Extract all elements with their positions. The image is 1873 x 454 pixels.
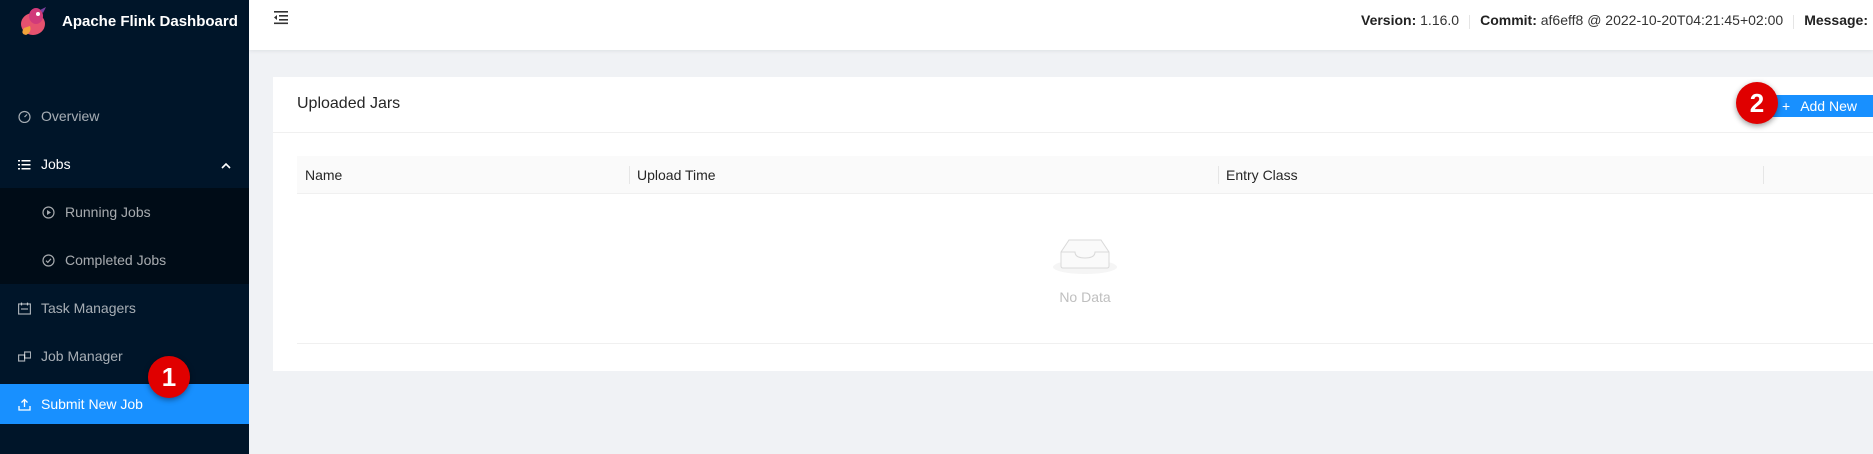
table-header: Name Upload Time Entry Class [297,156,1873,194]
sidebar-item-label: Overview [41,108,100,124]
sidebar-item-submit-new-job[interactable]: Submit New Job [0,384,249,424]
logo[interactable]: Apache Flink Dashboard [0,0,249,42]
version-info: Version: 1.16.0 Commit: af6eff8 @ 2022-1… [1361,12,1868,29]
message-label: Message: [1804,12,1868,28]
sidebar-item-jobs[interactable]: Jobs [0,140,249,188]
sidebar-item-label: Task Managers [41,300,136,316]
list-icon [17,157,31,171]
column-header-name[interactable]: Name [297,156,629,194]
top-header: Version: 1.16.0 Commit: af6eff8 @ 2022-1… [249,0,1873,50]
sidebar-item-running-jobs[interactable]: Running Jobs [0,188,249,236]
build-icon [17,349,31,363]
step-marker-2: 2 [1736,82,1778,124]
card-header: Uploaded Jars + Add New [273,77,1873,133]
column-header-actions [1763,156,1873,194]
commit-label: Commit: [1480,12,1537,28]
sidebar-menu: Overview Jobs Running Jobs Completed Job… [0,92,249,424]
schedule-icon [17,301,31,315]
divider [1469,15,1471,29]
sidebar-item-label: Jobs [41,156,71,172]
plus-icon: + [1782,98,1791,114]
upload-icon [17,397,31,411]
column-header-upload-time[interactable]: Upload Time [629,156,1218,194]
empty-text: No Data [1059,289,1111,305]
divider [1793,15,1795,29]
sidebar-item-label: Job Manager [41,348,123,364]
sidebar-item-job-manager[interactable]: Job Manager [0,332,249,380]
step-marker-1: 1 [148,356,190,398]
flink-logo-icon [16,4,50,38]
empty-state: No Data [297,194,1873,344]
chevron-up-icon [221,157,231,173]
commit-value: af6eff8 @ 2022-10-20T04:21:45+02:00 [1540,12,1784,28]
card-title: Uploaded Jars [297,95,401,112]
version-value: 1.16.0 [1420,12,1460,28]
menu-fold-icon[interactable] [273,9,289,30]
sidebar-item-completed-jobs[interactable]: Completed Jobs [0,236,249,284]
jars-table: Name Upload Time Entry Class No Data [297,156,1873,344]
sidebar-item-overview[interactable]: Overview [0,92,249,140]
dashboard-icon [17,109,31,123]
add-new-label: Add New [1800,98,1857,114]
sidebar-item-label: Running Jobs [65,204,151,220]
uploaded-jars-card: Uploaded Jars + Add New Name Upload Time… [273,77,1873,371]
sidebar-item-task-managers[interactable]: Task Managers [0,284,249,332]
version-label: Version: [1361,12,1417,28]
sidebar-item-label: Completed Jobs [65,252,167,268]
column-header-entry-class[interactable]: Entry Class [1218,156,1763,194]
play-circle-icon [41,205,55,219]
empty-inbox-icon [1053,234,1117,280]
add-new-button[interactable]: + Add New [1766,95,1873,117]
sidebar-item-label: Submit New Job [41,396,143,412]
app-title: Apache Flink Dashboard [62,12,238,30]
sidebar: Apache Flink Dashboard Overview Jobs Run… [0,0,249,454]
check-circle-icon [41,253,55,267]
